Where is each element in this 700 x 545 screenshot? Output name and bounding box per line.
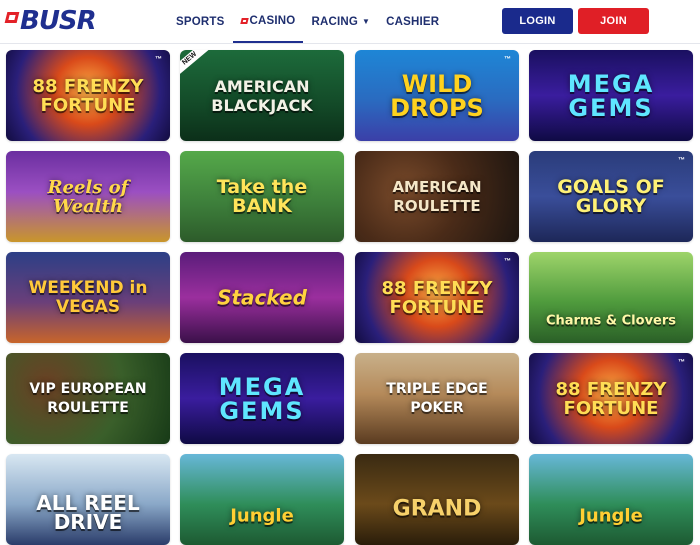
busr-logo[interactable]: BUSR [4, 6, 97, 36]
game-tile[interactable]: TRIPLE EDGE POKER [355, 353, 519, 444]
game-title: MEGA GEMS [218, 372, 306, 425]
nav-sports[interactable]: SPORTS [168, 0, 233, 43]
game-tile[interactable]: ™ 88 FRENZY FORTUNE [6, 50, 170, 141]
nav-cashier-label: CASHIER [386, 15, 440, 28]
game-tile[interactable]: ™ GOALS OF GLORY [529, 151, 693, 242]
game-title: TRIPLE EDGE POKER [386, 380, 488, 416]
game-title: Reels of Wealth [47, 176, 129, 217]
trademark-icon: ™ [155, 56, 162, 63]
chevron-down-icon: ▼ [362, 17, 371, 26]
game-tile[interactable]: Jungle [180, 454, 344, 545]
game-title: 88 FRENZY FORTUNE [32, 75, 144, 116]
game-title: AMERICAN ROULETTE [392, 177, 482, 215]
nav-casino[interactable]: CASINO [232, 0, 304, 43]
login-button[interactable]: LOGIN [502, 8, 573, 34]
game-tile[interactable]: Stacked [180, 252, 344, 343]
game-title: 88 FRENZY FORTUNE [381, 277, 493, 318]
game-title: ALL REEL DRIVE [36, 491, 140, 535]
game-tile[interactable]: WEEKEND in VEGAS [6, 252, 170, 343]
game-tile[interactable]: Charms & Clovers [529, 252, 693, 343]
game-title: MEGA GEMS [567, 69, 655, 122]
game-grid: ™ 88 FRENZY FORTUNE NEW AMERICAN BLACKJA… [0, 44, 700, 545]
nav-casino-label: CASINO [249, 14, 296, 27]
logo-text: BUSR [20, 6, 97, 36]
casino-logo-icon [239, 17, 249, 24]
game-tile[interactable]: ™ WILD DROPS [355, 50, 519, 141]
game-tile[interactable]: MEGA GEMS [529, 50, 693, 141]
game-title: WEEKEND in VEGAS [28, 277, 148, 317]
game-tile[interactable]: Take the BANK [180, 151, 344, 242]
trademark-icon: ™ [504, 258, 511, 265]
game-title: GRAND [392, 496, 482, 522]
top-header: BUSR SPORTS CASINO RACING ▼ CASHIER LOGI… [0, 0, 700, 44]
game-tile[interactable]: GRAND [355, 454, 519, 545]
game-tile[interactable]: ™ 88 FRENZY FORTUNE [529, 353, 693, 444]
game-title: AMERICAN BLACKJACK [211, 76, 313, 115]
nav-cashier[interactable]: CASHIER [378, 0, 447, 43]
main-nav: SPORTS CASINO RACING ▼ CASHIER [168, 0, 447, 43]
game-title: WILD DROPS [390, 69, 484, 122]
game-tile[interactable]: ALL REEL DRIVE [6, 454, 170, 545]
game-tile[interactable]: VIP EUROPEAN ROULETTE [6, 353, 170, 444]
busr-logo-mark-icon [4, 11, 20, 23]
game-tile[interactable]: NEW AMERICAN BLACKJACK [180, 50, 344, 141]
game-title: VIP EUROPEAN ROULETTE [29, 380, 147, 416]
game-tile[interactable]: Jungle [529, 454, 693, 545]
trademark-icon: ™ [678, 359, 685, 366]
new-badge: NEW [180, 50, 212, 79]
game-title: Stacked [217, 285, 307, 309]
game-title: Charms & Clovers [545, 313, 677, 329]
game-title: Take the BANK [216, 175, 308, 217]
nav-sports-label: SPORTS [176, 15, 225, 28]
join-button[interactable]: JOIN [578, 8, 649, 34]
game-tile[interactable]: Reels of Wealth [6, 151, 170, 242]
game-tile[interactable]: MEGA GEMS [180, 353, 344, 444]
trademark-icon: ™ [504, 56, 511, 63]
nav-racing[interactable]: RACING ▼ [303, 0, 378, 43]
game-title: 88 FRENZY FORTUNE [555, 378, 667, 419]
game-tile[interactable]: ™ 88 FRENZY FORTUNE [355, 252, 519, 343]
nav-racing-label: RACING [311, 15, 358, 28]
game-title: GOALS OF GLORY [557, 175, 665, 217]
trademark-icon: ™ [678, 157, 685, 164]
game-tile[interactable]: AMERICAN ROULETTE [355, 151, 519, 242]
